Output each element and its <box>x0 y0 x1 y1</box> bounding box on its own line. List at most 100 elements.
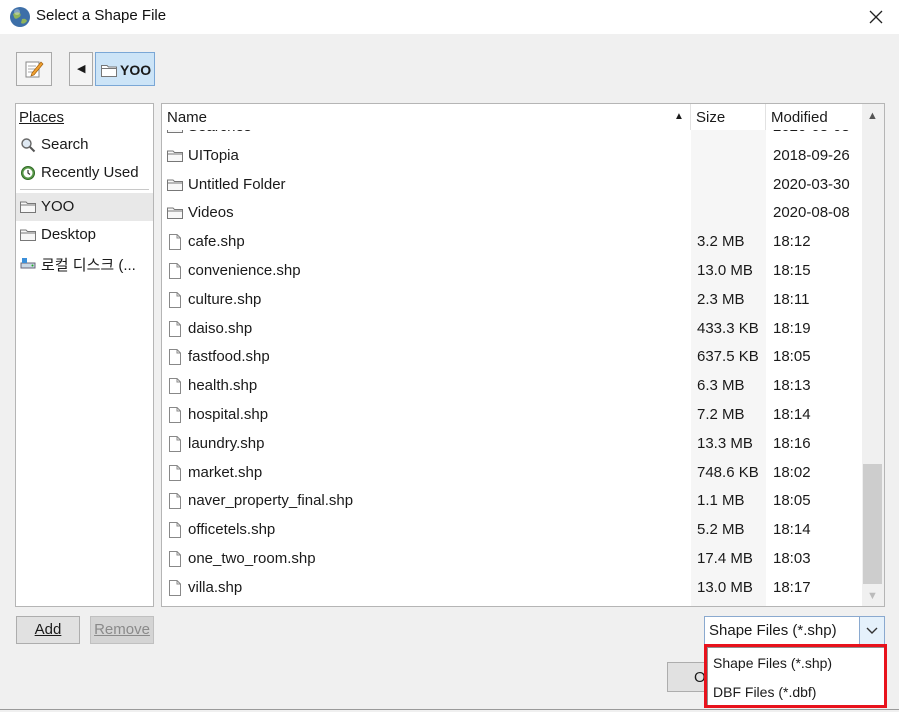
places-panel: Places Search Recently Used YOO Desktop <box>15 103 154 607</box>
file-row[interactable]: UITopia 2018-09-26 <box>162 142 862 170</box>
scrollbar-thumb[interactable] <box>863 464 882 584</box>
file-size: 13.3 MB <box>697 434 753 452</box>
file-row[interactable]: villa.shp 13.0 MB 18:17 <box>162 574 862 602</box>
places-divider <box>20 189 149 190</box>
file-size: 1.1 MB <box>697 492 745 510</box>
file-modified: 18:12 <box>773 233 811 251</box>
open-button-label: O <box>694 669 706 686</box>
file-size: 13.0 MB <box>697 262 753 279</box>
file-name: culture.shp <box>188 290 262 308</box>
file-size: 6.3 MB <box>697 377 745 395</box>
filter-option-shp[interactable]: Shape Files (*.shp) <box>708 649 884 678</box>
place-item-local-disk[interactable]: 로컬 디스크 (... <box>16 249 153 277</box>
close-button[interactable] <box>853 0 899 34</box>
add-bookmark-button[interactable]: Add <box>16 616 80 644</box>
place-item-yoo[interactable]: YOO <box>16 193 153 221</box>
window-bottom-edge <box>0 709 899 710</box>
folder-icon <box>167 130 183 133</box>
place-item-search[interactable]: Search <box>16 131 153 159</box>
folder-icon <box>167 150 183 162</box>
file-rows: Searches 2020-08-08 UITopia 2018-09-26 Untit… <box>162 130 862 606</box>
file-row[interactable]: culture.shp 2.3 MB 18:11 <box>162 286 862 314</box>
filter-option-label: Shape Files (*.shp) <box>713 655 833 671</box>
place-label: 로컬 디스크 (... <box>41 257 136 274</box>
file-type-filter[interactable]: Shape Files (*.shp) <box>704 616 885 645</box>
filter-option-dbf[interactable]: DBF Files (*.dbf) <box>708 678 884 707</box>
file-modified: 18:02 <box>773 463 811 481</box>
file-modified: 18:14 <box>773 406 811 423</box>
file-row[interactable]: Videos 2020-08-08 <box>162 199 862 227</box>
file-name: market.shp <box>188 463 263 481</box>
file-modified: 2020-03-30 <box>773 175 850 193</box>
column-header-modified[interactable]: Modified <box>766 104 862 130</box>
file-name: officetels.shp <box>188 521 276 539</box>
file-row[interactable]: health.shp 6.3 MB 18:13 <box>162 372 862 400</box>
file-name: Untitled Folder <box>188 175 286 193</box>
file-size: 433.3 KB <box>697 319 759 337</box>
add-button-label: Add <box>34 621 62 638</box>
file-size: 637.5 KB <box>697 348 759 366</box>
file-name: UITopia <box>188 146 239 164</box>
file-size: 17.4 MB <box>697 550 753 567</box>
file-name: health.shp <box>188 377 258 395</box>
file-row[interactable]: Searches 2020-08-08 <box>162 130 862 141</box>
file-modified: 18:19 <box>773 319 811 337</box>
file-modified: 2020-08-08 <box>773 130 850 135</box>
path-back-button[interactable]: ◀ <box>69 52 93 86</box>
file-row[interactable]: Untitled Folder 2020-03-30 <box>162 171 862 199</box>
file-row[interactable]: hospital.shp 7.2 MB 18:14 <box>162 401 862 429</box>
file-modified: 18:05 <box>773 492 811 510</box>
file-modified: 18:11 <box>773 290 810 308</box>
place-label: YOO <box>41 198 75 215</box>
file-row[interactable]: one_two_room.shp 17.4 MB 18:03 <box>162 545 862 573</box>
drive-icon <box>20 258 36 269</box>
breadcrumb-yoo[interactable]: YOO <box>95 52 155 86</box>
places-header[interactable]: Places <box>19 109 64 126</box>
file-modified: 18:16 <box>773 434 811 452</box>
folder-icon <box>20 201 36 213</box>
file-name: one_two_room.shp <box>188 550 316 567</box>
chevron-down-icon <box>866 627 878 634</box>
column-header-label: Modified <box>771 109 828 126</box>
file-name: naver_property_final.shp <box>188 492 354 510</box>
place-label: Search <box>41 136 89 153</box>
file-row[interactable]: daiso.shp 433.3 KB 18:19 <box>162 315 862 343</box>
remove-bookmark-button[interactable]: Remove <box>90 616 154 644</box>
place-item-recently-used[interactable]: Recently Used <box>16 159 153 187</box>
file-size: 3.2 MB <box>697 233 745 251</box>
sort-ascending-icon: ▲ <box>674 111 684 122</box>
scroll-down-icon[interactable]: ▼ <box>867 590 878 602</box>
file-list[interactable]: Name ▲ Size Modified Searches 2020-08-08 U… <box>161 103 885 607</box>
file-modified: 18:05 <box>773 348 811 366</box>
file-row[interactable]: officetels.shp 5.2 MB 18:14 <box>162 516 862 544</box>
file-icon <box>169 234 181 251</box>
column-header-name[interactable]: Name ▲ <box>162 104 691 130</box>
close-icon <box>869 10 883 24</box>
file-icon <box>169 407 181 423</box>
file-icon <box>169 435 181 452</box>
file-row[interactable]: convenience.shp 13.0 MB 18:15 <box>162 257 862 285</box>
place-label: Recently Used <box>41 164 139 181</box>
file-modified: 18:03 <box>773 550 811 567</box>
vertical-scrollbar[interactable]: ▲ ▼ <box>862 104 884 606</box>
place-label: Desktop <box>41 226 97 243</box>
file-name: fastfood.shp <box>188 348 270 366</box>
type-location-button[interactable] <box>16 52 52 86</box>
file-name: cafe.shp <box>188 233 245 251</box>
place-item-desktop[interactable]: Desktop <box>16 221 153 249</box>
file-name: Searches <box>188 130 251 135</box>
scroll-up-icon[interactable]: ▲ <box>867 110 878 122</box>
file-row[interactable]: naver_property_final.shp 1.1 MB 18:05 <box>162 487 862 515</box>
file-row[interactable]: cafe.shp 3.2 MB 18:12 <box>162 228 862 256</box>
file-size: 13.0 MB <box>697 578 753 596</box>
file-icon <box>169 291 181 308</box>
file-icon <box>169 349 181 366</box>
file-row[interactable]: market.shp 748.6 KB 18:02 <box>162 459 862 487</box>
column-header-size[interactable]: Size <box>691 104 766 130</box>
file-icon <box>169 551 181 567</box>
folder-icon <box>101 65 117 77</box>
file-row[interactable]: fastfood.shp 637.5 KB 18:05 <box>162 343 862 371</box>
file-row[interactable]: laundry.shp 13.3 MB 18:16 <box>162 430 862 458</box>
file-icon <box>169 320 181 337</box>
filter-dropdown-toggle[interactable] <box>859 617 884 644</box>
